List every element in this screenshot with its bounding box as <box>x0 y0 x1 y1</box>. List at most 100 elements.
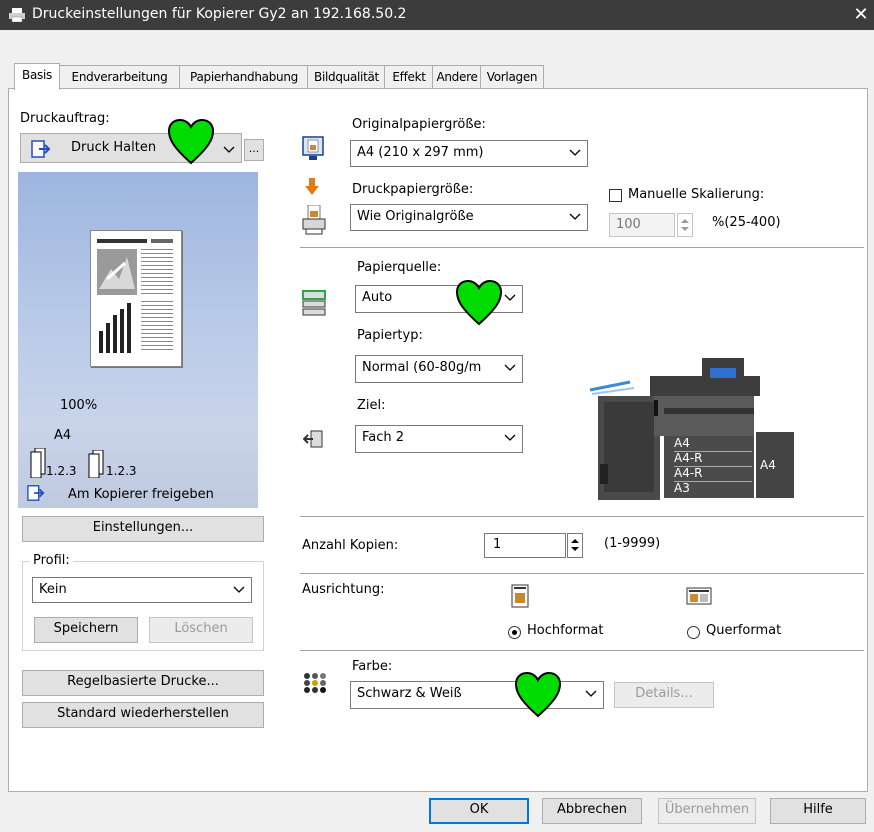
arrow-down-icon <box>305 178 319 195</box>
collate-label-2: 1.2.3 <box>106 464 137 478</box>
profile-label: Profil: <box>30 553 73 568</box>
side-tray-label: A4 <box>760 458 776 472</box>
release-label: Am Kopierer freigeben <box>68 487 214 502</box>
separator <box>300 516 864 517</box>
copier-illustration: A4 A4-R A4-R A3 A4 <box>580 352 800 504</box>
heart-icon <box>514 672 562 718</box>
spinner-arrows-icon <box>681 219 689 231</box>
uncollate-icon <box>88 450 104 478</box>
orientation-label: Ausrichtung: <box>302 582 385 597</box>
delete-profile-button[interactable]: Löschen <box>149 617 253 643</box>
close-icon[interactable]: ✕ <box>848 3 874 27</box>
portrait-label[interactable]: Hochformat <box>527 623 604 638</box>
heart-icon <box>455 280 503 326</box>
landscape-label[interactable]: Querformat <box>706 623 781 638</box>
destination-label: Ziel: <box>357 398 386 413</box>
paper-source-label: Papierquelle: <box>357 260 442 275</box>
release-at-copier-icon <box>27 485 45 501</box>
printer-icon <box>9 8 25 22</box>
collate-icon <box>30 448 46 478</box>
details-button[interactable]: Details... <box>614 682 714 708</box>
tray-2-label: A4-R <box>674 451 752 467</box>
color-label: Farbe: <box>352 659 393 674</box>
chevron-down-icon <box>504 434 516 441</box>
chevron-down-icon <box>223 146 235 153</box>
color-value: Schwarz & Weiß <box>357 686 462 701</box>
heart-icon <box>167 119 215 165</box>
job-label: Druckauftrag: <box>20 111 110 126</box>
portrait-icon <box>511 584 529 608</box>
tab-endverarbeitung[interactable]: Endverarbeitung <box>58 65 181 89</box>
copies-spinner[interactable] <box>567 533 583 558</box>
color-select[interactable]: Schwarz & Weiß <box>350 681 604 709</box>
scale-spinner[interactable] <box>677 213 693 237</box>
original-paper-icon <box>302 136 324 160</box>
apply-button[interactable]: Übernehmen <box>658 798 756 824</box>
chevron-down-icon <box>504 364 516 371</box>
paper-source-icon <box>302 290 326 316</box>
title-bar: Druckeinstellungen für Kopierer Gy2 an 1… <box>0 0 874 30</box>
print-size-label: Druckpapiergröße: <box>352 182 474 197</box>
chevron-down-icon <box>569 213 581 220</box>
preview-photo <box>97 249 137 295</box>
hold-print-icon <box>31 140 51 158</box>
save-profile-button[interactable]: Speichern <box>34 617 138 643</box>
landscape-radio[interactable] <box>687 626 700 639</box>
chevron-down-icon <box>569 149 581 156</box>
copier-tray-stack: A4 A4-R A4-R A3 <box>670 436 752 498</box>
copies-label: Anzahl Kopien: <box>302 538 399 553</box>
destination-value: Fach 2 <box>362 430 405 445</box>
preview-text-block-2 <box>141 301 173 353</box>
separator <box>300 650 864 651</box>
tab-effekt[interactable]: Effekt <box>384 65 434 89</box>
rule-based-print-button[interactable]: Regelbasierte Drucke... <box>22 670 264 696</box>
tray-4-label: A3 <box>674 481 690 495</box>
manual-scale-label: Manuelle Skalierung: <box>628 187 765 202</box>
print-paper-icon <box>302 205 326 235</box>
paper-type-select[interactable]: Normal (60-80g/m <box>355 355 523 383</box>
window-title: Druckeinstellungen für Kopierer Gy2 an 1… <box>32 6 407 22</box>
settings-button[interactable]: Einstellungen... <box>22 516 264 542</box>
tab-vorlagen[interactable]: Vorlagen <box>480 65 544 89</box>
preview-headline-2 <box>151 239 173 243</box>
paper-type-label: Papiertyp: <box>357 328 423 343</box>
scale-range: %(25-400) <box>712 215 781 230</box>
preview-headline <box>97 239 147 243</box>
ok-button[interactable]: OK <box>429 798 529 824</box>
original-size-label: Originalpapiergröße: <box>352 117 486 132</box>
copies-value: 1 <box>493 537 502 552</box>
tab-papierhandhabung[interactable]: Papierhandhabung <box>179 65 309 89</box>
preview-scale: 100% <box>60 398 98 413</box>
job-more-button[interactable]: ... <box>244 139 264 161</box>
tray-3-label: A4-R <box>674 466 752 482</box>
original-size-select[interactable]: A4 (210 x 297 mm) <box>350 140 588 167</box>
landscape-icon <box>686 587 712 605</box>
manual-scale-checkbox[interactable] <box>609 189 622 202</box>
restore-defaults-button[interactable]: Standard wiederherstellen <box>22 702 264 728</box>
profile-select[interactable]: Kein <box>32 577 252 603</box>
separator <box>300 247 864 248</box>
preview-page <box>90 230 182 367</box>
scale-value: 100 <box>616 217 641 232</box>
spinner-arrows-icon <box>571 539 579 551</box>
separator <box>300 573 864 574</box>
help-button[interactable]: Hilfe <box>770 798 866 824</box>
scale-input[interactable]: 100 <box>609 213 675 237</box>
tab-basis[interactable]: Basis <box>14 63 60 90</box>
copies-input[interactable]: 1 <box>484 533 566 558</box>
chevron-down-icon <box>504 294 516 301</box>
portrait-radio[interactable] <box>508 626 521 639</box>
chevron-down-icon <box>233 586 245 593</box>
tab-bildqualitaet[interactable]: Bildqualität <box>307 65 386 89</box>
preview-text-block <box>141 249 173 295</box>
preview-bar-graph <box>99 303 131 353</box>
cancel-button[interactable]: Abbrechen <box>542 798 642 824</box>
tab-andere[interactable]: Andere <box>432 65 482 89</box>
destination-select[interactable]: Fach 2 <box>355 425 523 453</box>
output-tray-icon <box>303 430 323 448</box>
print-size-select[interactable]: Wie Originalgröße <box>350 204 588 231</box>
copies-range: (1-9999) <box>604 536 661 551</box>
print-size-value: Wie Originalgröße <box>357 209 474 224</box>
paper-source-value: Auto <box>362 290 393 305</box>
color-mode-icon <box>304 673 326 693</box>
